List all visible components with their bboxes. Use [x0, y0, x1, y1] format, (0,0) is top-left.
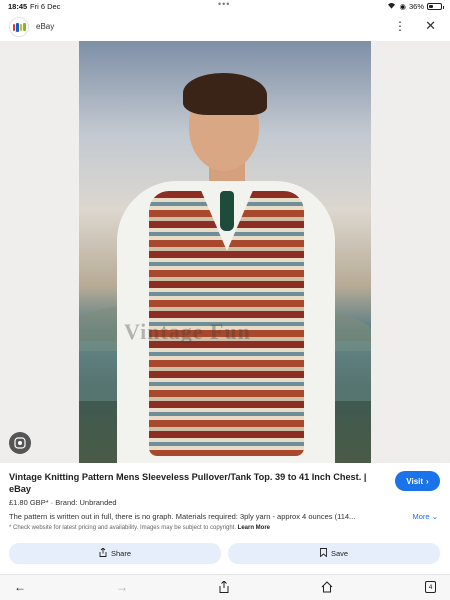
visit-label: Visit: [406, 476, 424, 486]
wifi-icon: [387, 2, 396, 11]
status-bar: 18:45 Fri 6 Dec ••• ◉ 36%: [0, 0, 450, 12]
more-icon[interactable]: ⋮: [394, 20, 406, 32]
header: eBay ⋮ ✕: [0, 14, 450, 40]
status-indicators: ◉ 36%: [387, 2, 444, 11]
share-label: Share: [110, 549, 131, 558]
location-icon: ◉: [399, 2, 406, 11]
result-description: The pattern is written out in full, ther…: [9, 512, 356, 521]
forward-icon[interactable]: →: [116, 581, 128, 593]
lens-icon[interactable]: [9, 432, 31, 454]
tabs-icon[interactable]: 4: [425, 581, 436, 593]
battery-icon: [427, 3, 444, 10]
price: £1.80 GBP*: [9, 498, 49, 507]
result-title[interactable]: Vintage Knitting Pattern Mens Sleeveless…: [9, 471, 384, 495]
price-line: £1.80 GBP* · Brand: Unbranded: [9, 498, 117, 507]
image-preview[interactable]: Vintage Fun: [0, 41, 450, 463]
more-label: More: [412, 512, 430, 521]
home-icon[interactable]: [321, 581, 333, 595]
multitasking-dots-icon[interactable]: •••: [218, 0, 230, 9]
save-button[interactable]: Save: [228, 543, 440, 564]
more-button[interactable]: More ⌄: [413, 512, 438, 521]
chevron-down-icon: ⌄: [431, 512, 438, 521]
tabs-count: 4: [428, 583, 433, 591]
brand: Brand: Unbranded: [55, 498, 117, 507]
visit-button[interactable]: Visit ›: [395, 471, 440, 491]
page-title: eBay: [36, 22, 55, 31]
ebay-favicon-icon: [9, 17, 29, 37]
status-time: 18:45: [8, 2, 28, 11]
copyright-note: * Check website for latest pricing and a…: [9, 525, 270, 531]
share-icon: [99, 547, 107, 559]
bookmark-icon: [319, 548, 327, 559]
image-watermark: Vintage Fun: [124, 319, 251, 344]
share-sheet-icon[interactable]: [219, 580, 229, 595]
share-button[interactable]: Share: [9, 543, 221, 564]
browser-toolbar: ← → 4: [0, 574, 450, 600]
save-label: Save: [330, 549, 349, 558]
status-date: Fri 6 Dec: [30, 2, 61, 11]
product-image[interactable]: Vintage Fun: [79, 41, 371, 463]
close-icon[interactable]: ✕: [425, 19, 436, 32]
back-icon[interactable]: ←: [14, 581, 26, 593]
learn-more-link[interactable]: Learn More: [238, 525, 270, 531]
battery-percent: 36%: [408, 2, 424, 11]
note-text: * Check website for latest pricing and a…: [9, 525, 236, 531]
chevron-right-icon: ›: [426, 476, 429, 486]
